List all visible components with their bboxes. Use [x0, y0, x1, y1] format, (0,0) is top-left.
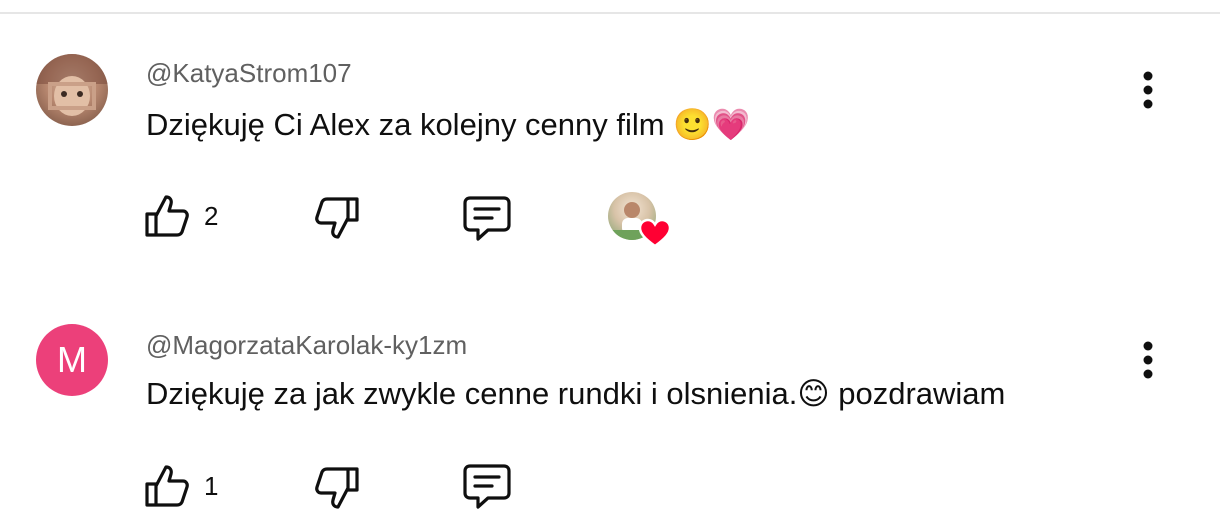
top-divider: [0, 12, 1220, 14]
avatar[interactable]: M: [36, 324, 108, 396]
reply-button[interactable]: [462, 196, 512, 242]
avatar-letter: M: [57, 339, 87, 380]
like-count: 1: [204, 470, 219, 501]
like-button[interactable]: 2: [144, 194, 218, 238]
reply-button[interactable]: [462, 464, 512, 510]
thumbs-down-icon: [315, 467, 359, 509]
thumbs-down-icon: [315, 197, 359, 239]
thumbs-up-icon: [145, 465, 189, 507]
comment-username[interactable]: @MagorzataKarolak-ky1zm: [146, 330, 467, 361]
reply-comment-icon: [463, 464, 511, 509]
dislike-button[interactable]: [314, 466, 360, 510]
more-vertical-icon: [1143, 71, 1153, 109]
comment-text: Dziękuję Ci Alex za kolejny cenny film 🙂…: [146, 107, 751, 142]
more-vertical-icon: [1143, 341, 1153, 379]
thumbs-up-icon: [145, 195, 189, 237]
creator-heart-badge: [608, 192, 672, 252]
heart-icon: [638, 218, 672, 248]
like-button[interactable]: 1: [144, 464, 218, 508]
like-count: 2: [204, 200, 219, 231]
comment-menu-button[interactable]: [1128, 68, 1168, 112]
dislike-button[interactable]: [314, 196, 360, 240]
comment-menu-button[interactable]: [1128, 338, 1168, 382]
avatar[interactable]: [36, 54, 108, 126]
comment-username[interactable]: @KatyaStrom107: [146, 58, 352, 89]
avatar-photo-icon: [36, 54, 108, 116]
reply-comment-icon: [463, 196, 511, 241]
comment-text: Dziękuję za jak zwykle cenne rundki i ol…: [146, 376, 1006, 411]
